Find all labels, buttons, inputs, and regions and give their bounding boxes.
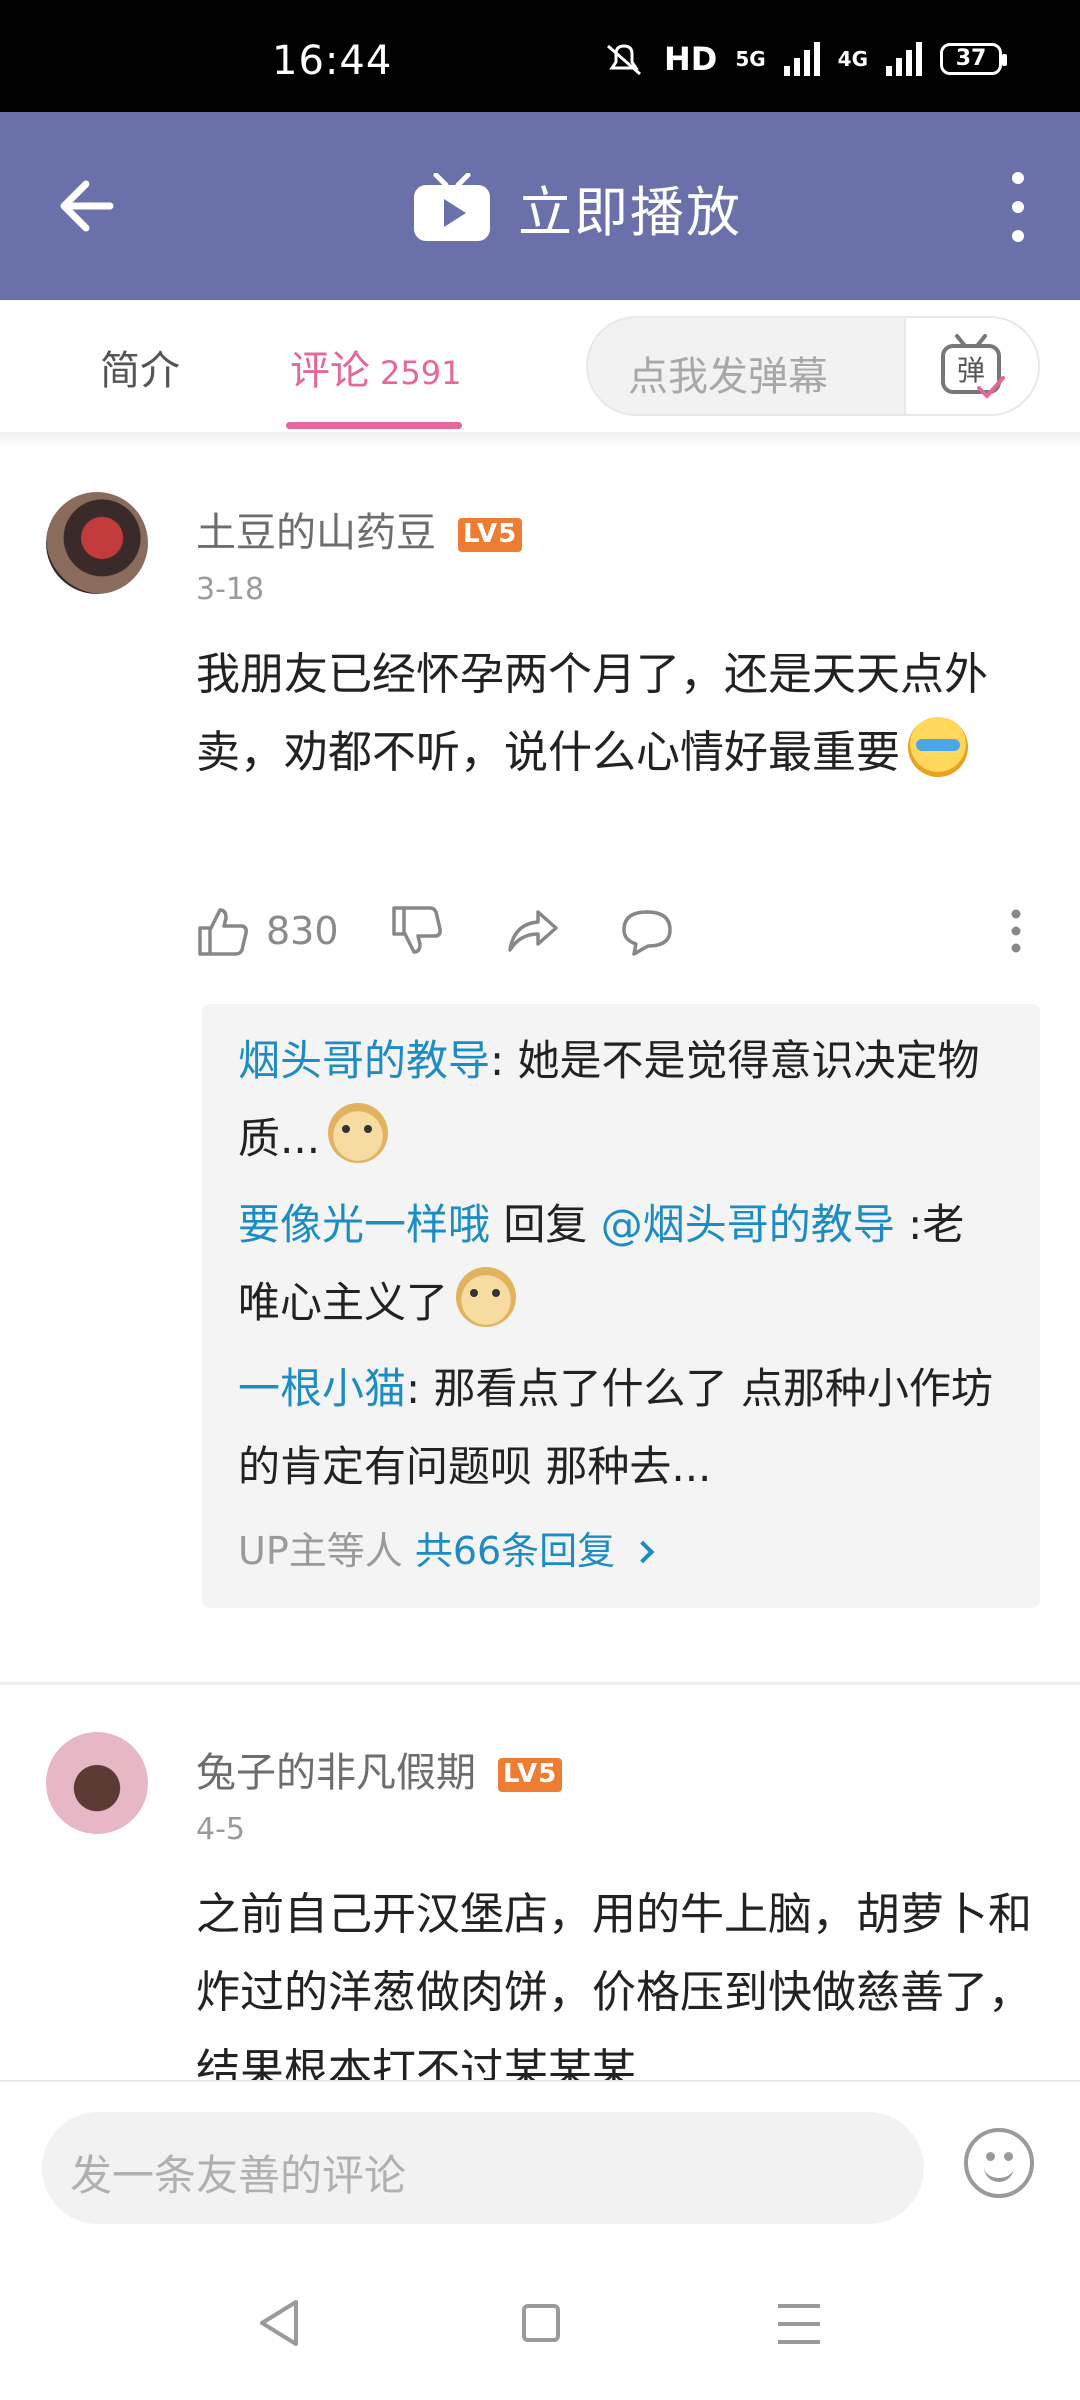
- like-button[interactable]: 830: [196, 896, 339, 966]
- mute-bell-icon: [606, 44, 641, 76]
- comment-username[interactable]: 土豆的山药豆 LV5: [196, 500, 523, 558]
- comment-text: 我朋友已经怀孕两个月了，还是天天点外卖，劝都不听，说什么心情好最重要: [196, 636, 1036, 792]
- reply-footer-prefix: UP主等人: [238, 1529, 415, 1573]
- share-icon: [508, 910, 558, 952]
- reply-username[interactable]: 一根小猫: [238, 1364, 406, 1413]
- comment-actions: 830: [196, 896, 1036, 966]
- reply-button[interactable]: [620, 896, 674, 966]
- reply-separator: :: [490, 1036, 518, 1085]
- view-all-replies[interactable]: UP主等人 共66条回复: [238, 1512, 1004, 1590]
- active-tab-underline: [286, 422, 462, 429]
- reply-item: 要像光一样哦 回复 @烟头哥的教导 :老唯心主义了: [238, 1186, 1004, 1342]
- comment-more-button[interactable]: [1006, 896, 1026, 966]
- comment-username[interactable]: 兔子的非凡假期 LV5: [196, 1740, 563, 1798]
- comment-text: 之前自己开汉堡店，用的牛上脑，胡萝卜和炸过的洋葱做肉饼，价格压到快做慈善了，结果…: [196, 1889, 1032, 2080]
- app-header: 立即播放: [0, 112, 1080, 300]
- nav-recents-icon[interactable]: [778, 2304, 820, 2344]
- reply-count: 共66条回复: [414, 1529, 616, 1573]
- reply-mention[interactable]: @烟头哥的教导: [601, 1200, 895, 1249]
- tab-comments-label: 评论: [290, 348, 370, 394]
- doge-emoji-icon: [328, 1103, 389, 1163]
- hd-indicator: HD: [663, 40, 718, 78]
- tab-shadow: [0, 432, 1080, 446]
- reply-item: 烟头哥的教导: 她是不是觉得意识决定物质...: [238, 1022, 1004, 1178]
- danmaku-icon: 弹: [941, 334, 1005, 399]
- nav-back-icon[interactable]: [256, 2298, 302, 2348]
- reply-separator: :: [406, 1364, 434, 1413]
- avatar[interactable]: [46, 1732, 148, 1834]
- dislike-button[interactable]: [390, 896, 444, 966]
- like-count: 830: [266, 909, 339, 953]
- thumbs-up-icon: [198, 908, 248, 956]
- thumbs-down-icon: [392, 906, 442, 954]
- arrow-left-icon[interactable]: [52, 166, 132, 246]
- tab-comments[interactable]: 评论 2591: [290, 338, 461, 396]
- reply-item: 一根小猫: 那看点了什么了 点那种小作坊的肯定有问题呗 那种去...: [238, 1350, 1004, 1506]
- level-badge: LV5: [498, 1758, 563, 1792]
- reply-username[interactable]: 烟头哥的教导: [238, 1036, 490, 1085]
- comment-text-content: 我朋友已经怀孕两个月了，还是天天点外卖，劝都不听，说什么心情好最重要: [196, 649, 988, 778]
- comment-divider: [0, 1682, 1080, 1685]
- username-text: 兔子的非凡假期: [196, 1750, 476, 1796]
- danmaku-toggle-button[interactable]: 弹: [904, 318, 1038, 414]
- 5g-indicator: 5G: [735, 47, 766, 71]
- header-title: 立即播放: [518, 181, 742, 244]
- comment-compose-bar: 发一条友善的评论: [0, 2080, 1080, 2400]
- status-bar: 16:44 HD 5G 4G 37: [0, 0, 1080, 112]
- signal-5g-icon: [783, 42, 820, 76]
- level-badge: LV5: [458, 518, 523, 552]
- comment-date: 4-5: [196, 1812, 245, 1847]
- status-icons: HD 5G 4G 37: [602, 40, 1007, 78]
- more-vertical-icon: [1011, 909, 1021, 953]
- username-text: 土豆的山药豆: [196, 510, 436, 556]
- status-time: 16:44: [272, 38, 393, 84]
- header-title-group[interactable]: 立即播放: [412, 168, 742, 247]
- comment-input[interactable]: 发一条友善的评论: [42, 2112, 924, 2224]
- avatar[interactable]: [46, 492, 148, 594]
- comment-date: 3-18: [196, 572, 265, 607]
- nav-home-icon[interactable]: [522, 2304, 560, 2342]
- danmaku-entry[interactable]: 点我发弹幕 弹: [586, 316, 1040, 416]
- comment-bubble-icon: [622, 910, 672, 956]
- reply-connector: 回复: [490, 1200, 601, 1249]
- tab-intro[interactable]: 简介: [100, 338, 180, 396]
- emoji-smile-icon[interactable]: [964, 2128, 1034, 2198]
- danmaku-placeholder: 点我发弹幕: [628, 354, 828, 400]
- reply-username[interactable]: 要像光一样哦: [238, 1200, 490, 1249]
- tab-comments-count: 2591: [380, 354, 462, 392]
- tv-play-icon: [414, 172, 490, 241]
- battery-icon: 37: [940, 43, 1007, 75]
- chevron-right-icon: [631, 1540, 655, 1564]
- share-button[interactable]: [506, 896, 560, 966]
- more-vertical-icon[interactable]: [996, 172, 1040, 242]
- doge-emoji-icon: [456, 1267, 517, 1327]
- 4g-indicator: 4G: [837, 47, 868, 71]
- danmaku-button-label: 弹: [957, 354, 985, 387]
- reply-preview-box[interactable]: 烟头哥的教导: 她是不是觉得意识决定物质... 要像光一样哦 回复 @烟头哥的教…: [202, 1004, 1040, 1608]
- laugh-emoji-icon: [908, 717, 968, 777]
- signal-4g-icon: [886, 42, 922, 76]
- tab-bar: 简介 评论 2591 点我发弹幕 弹: [0, 300, 1080, 432]
